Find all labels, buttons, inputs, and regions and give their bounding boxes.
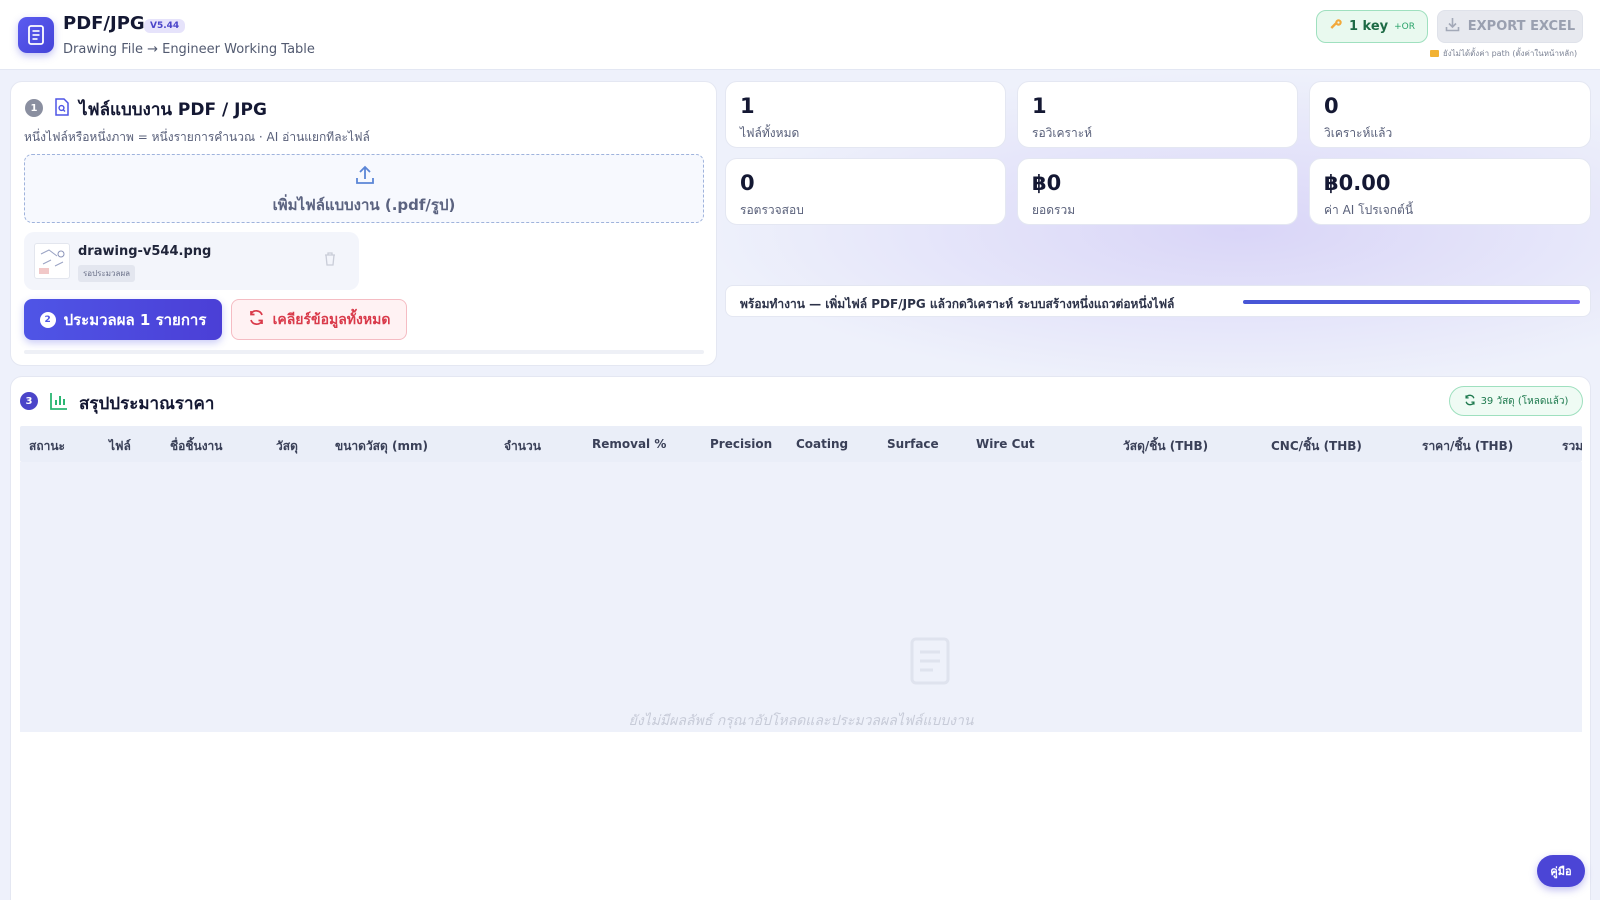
file-name: drawing-v544.png [78, 244, 212, 259]
file-search-icon [54, 98, 70, 120]
stat-value: ฿0 [1032, 171, 1062, 195]
column-header[interactable]: รวม [1562, 437, 1582, 456]
status-text: พร้อมทำงาน — เพิ่มไฟล์ PDF/JPG แล้วกดวิเ… [740, 297, 1175, 311]
column-header[interactable]: Coating [796, 437, 848, 451]
path-note-text: ยังไม่ได้ตั้งค่า path (ตั้งค่าในหน้าหลัก… [1443, 49, 1578, 58]
column-header[interactable]: Surface [887, 437, 939, 451]
folder-icon [1430, 50, 1439, 57]
file-item[interactable]: drawing-v544.png รอประมวลผล [24, 232, 359, 290]
app-title: PDF/JPG [63, 13, 145, 34]
document-icon [18, 17, 54, 53]
stat-ai-cost: ฿0.00 ค่า AI โปรเจกต์นี้ [1309, 158, 1591, 225]
empty-document-icon [909, 636, 951, 690]
empty-state-text: ยังไม่มีผลลัพธ์ กรุณาอัปโหลดและประมวลผลไ… [628, 713, 974, 729]
column-header[interactable]: Removal % [592, 437, 666, 451]
upload-icon [354, 164, 376, 190]
stat-value: 1 [740, 94, 755, 118]
stat-value: 0 [740, 171, 755, 195]
materials-loaded-badge[interactable]: 39 วัสดุ (โหลดแล้ว) [1449, 386, 1583, 416]
step-number: 2 [39, 311, 56, 328]
export-label: EXPORT EXCEL [1467, 19, 1576, 34]
column-header[interactable]: ชื่อชิ้นงาน [170, 437, 223, 456]
stat-pending-review: 0 รอตรวจสอบ [725, 158, 1006, 225]
version-badge: V5.44 [144, 19, 186, 33]
path-note: ยังไม่ได้ตั้งค่า path (ตั้งค่าในหน้าหลัก… [1430, 47, 1577, 60]
stat-pending-analysis: 1 รอวิเคราะห์ [1017, 81, 1298, 148]
refresh-icon [1464, 394, 1476, 409]
key-count: 1 key [1348, 19, 1389, 34]
download-icon [1445, 17, 1460, 36]
key-or-label: +OR [1394, 21, 1416, 32]
step-number: 1 [25, 99, 43, 117]
file-status-badge: รอประมวลผล [78, 265, 136, 282]
upload-panel: 1 ไฟล์แบบงาน PDF / JPG หนึ่งไฟล์หรือหนึ่… [10, 81, 717, 366]
stat-label: รอวิเคราะห์ [1032, 126, 1093, 140]
file-thumbnail [34, 243, 70, 279]
trash-icon[interactable] [323, 251, 337, 270]
upload-description: หนึ่งไฟล์หรือหนึ่งภาพ = หนึ่งรายการคำนวณ… [24, 130, 370, 144]
process-label: ประมวลผล 1 รายการ [63, 310, 207, 329]
app-subtitle: Drawing File → Engineer Working Table [63, 42, 315, 57]
refresh-icon [248, 309, 265, 330]
column-header[interactable]: วัสดุ [276, 437, 298, 456]
status-bar: พร้อมทำงาน — เพิ่มไฟล์ PDF/JPG แล้วกดวิเ… [725, 285, 1591, 317]
stat-total-files: 1 ไฟล์ทั้งหมด [725, 81, 1006, 148]
stat-label: ค่า AI โปรเจกต์นี้ [1324, 203, 1414, 217]
column-header[interactable]: ไฟล์ [109, 437, 131, 456]
column-header[interactable]: ราคา/ชิ้น (THB) [1422, 437, 1513, 456]
clear-all-button[interactable]: เคลียร์ข้อมูลทั้งหมด [231, 299, 407, 340]
upload-progress-track [24, 350, 704, 354]
table-header: สถานะ ไฟล์ ชื่อชิ้นงาน วัสดุ ขนาดวัสดุ (… [20, 426, 1582, 462]
step-number: 3 [20, 392, 38, 410]
stat-analyzed: 0 วิเคราะห์แล้ว [1309, 81, 1591, 148]
materials-badge-label: 39 วัสดุ (โหลดแล้ว) [1480, 395, 1569, 407]
export-excel-button[interactable]: EXPORT EXCEL [1437, 10, 1583, 43]
dropzone-label: เพิ่มไฟล์แบบงาน (.pdf/รูป) [272, 196, 456, 214]
app-header: PDF/JPG V5.44 Drawing File → Engineer Wo… [0, 0, 1600, 70]
stat-label: รอตรวจสอบ [740, 203, 804, 217]
clear-label: เคลียร์ข้อมูลทั้งหมด [272, 311, 391, 328]
stat-total-amount: ฿0 ยอดรวม [1017, 158, 1298, 225]
column-header[interactable]: CNC/ชิ้น (THB) [1271, 437, 1362, 456]
status-progress-bar [1243, 300, 1580, 304]
column-header[interactable]: Precision [710, 437, 772, 451]
column-header[interactable]: จำนวน [504, 437, 541, 456]
stat-label: ยอดรวม [1032, 203, 1076, 217]
key-icon [1329, 17, 1343, 36]
stat-value: 1 [1032, 94, 1047, 118]
stat-label: วิเคราะห์แล้ว [1324, 126, 1393, 140]
help-button[interactable]: คู่มือ [1537, 855, 1585, 887]
column-header[interactable]: สถานะ [29, 437, 65, 456]
summary-panel: 3 สรุปประมาณราคา 39 วัสดุ (โหลดแล้ว) สถา… [10, 376, 1591, 900]
upload-title: ไฟล์แบบงาน PDF / JPG [79, 100, 267, 120]
column-header[interactable]: Wire Cut [976, 437, 1035, 451]
table-body-empty: ยังไม่มีผลลัพธ์ กรุณาอัปโหลดและประมวลผลไ… [20, 462, 1582, 732]
stat-value: ฿0.00 [1324, 171, 1391, 195]
stat-label: ไฟล์ทั้งหมด [740, 126, 800, 140]
process-button[interactable]: 2 ประมวลผล 1 รายการ [24, 299, 222, 340]
summary-title: สรุปประมาณราคา [79, 394, 215, 414]
column-header[interactable]: ขนาดวัสดุ (mm) [335, 437, 428, 456]
stat-value: 0 [1324, 94, 1339, 118]
bar-chart-icon [49, 391, 69, 415]
column-header[interactable]: วัสดุ/ชิ้น (THB) [1123, 437, 1208, 456]
file-dropzone[interactable]: เพิ่มไฟล์แบบงาน (.pdf/รูป) [24, 154, 704, 223]
api-key-button[interactable]: 1 key +OR [1316, 10, 1428, 43]
